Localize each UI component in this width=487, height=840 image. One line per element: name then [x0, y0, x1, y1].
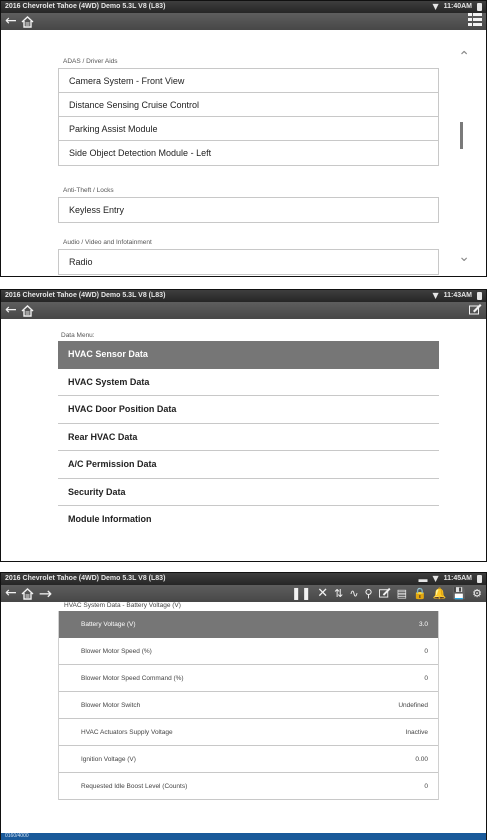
table-row[interactable]: Requested Idle Boost Level (Counts) 0 [59, 773, 438, 800]
edit-icon[interactable] [378, 585, 391, 603]
filter-icon[interactable]: ▤ [397, 585, 407, 602]
row-name: HVAC Actuators Supply Voltage [81, 728, 173, 736]
data-table: Battery Voltage (V) 3.0 Blower Motor Spe… [58, 611, 439, 800]
status-bar: 2016 Chevrolet Tahoe (4WD) Demo 5.3L V8 … [1, 1, 486, 13]
frame-counter-bar[interactable]: 0160/4000 [1, 833, 486, 840]
home-icon[interactable] [21, 15, 35, 28]
clock: 11:45AM [443, 575, 472, 582]
battery-icon [477, 3, 482, 11]
toolbar: ← [1, 12, 486, 31]
section-title-audio: Audio / Video and Infotainment [63, 239, 152, 246]
list-audio: Radio [58, 249, 439, 275]
table-row[interactable]: Blower Motor Speed Command (%) 0 [59, 665, 438, 692]
menu-item-module-information[interactable]: Module Information [58, 506, 439, 534]
clock: 11:40AM [443, 3, 472, 10]
row-value: Undefined [398, 701, 428, 709]
data-list-panel: 2016 Chevrolet Tahoe (4WD) Demo 5.3L V8 … [0, 572, 487, 840]
row-value: Inactive [405, 728, 428, 736]
table-row[interactable]: HVAC Actuators Supply Voltage Inactive [59, 719, 438, 746]
status-bar: 2016 Chevrolet Tahoe (4WD) Demo 5.3L V8 … [1, 290, 486, 302]
battery-icon [477, 575, 482, 583]
list-item[interactable]: Camera System - Front View [59, 69, 438, 93]
graph-icon[interactable]: ∿ [349, 585, 358, 602]
list-item[interactable]: Keyless Entry [59, 198, 438, 222]
zoom-icon[interactable]: ⚲ [365, 585, 373, 602]
row-value: 0 [424, 647, 428, 655]
back-arrow-icon[interactable]: ← [5, 13, 17, 30]
menu-item-hvac-door-position-data[interactable]: HVAC Door Position Data [58, 396, 439, 424]
list-item[interactable]: Radio [59, 250, 438, 274]
scrollbar-thumb[interactable] [460, 122, 463, 149]
menu-label: Data Menu: [61, 332, 95, 339]
section-title-adas: ADAS / Driver Aids [63, 58, 118, 65]
settings-icon[interactable]: ⚙ [472, 585, 482, 602]
row-value: 0 [424, 674, 428, 682]
list-adas: Camera System - Front View Distance Sens… [58, 68, 439, 166]
frame-counter: 0160/4000 [5, 833, 29, 839]
table-row[interactable]: Blower Motor Speed (%) 0 [59, 638, 438, 665]
menu-item-ac-permission-data[interactable]: A/C Permission Data [58, 451, 439, 479]
section-title-anti-theft: Anti-Theft / Locks [63, 187, 114, 194]
table-title: HVAC System Data - Battery Voltage (V) [64, 602, 181, 609]
clock: 11:43AM [443, 292, 472, 299]
back-arrow-icon[interactable]: ← [5, 302, 17, 319]
system-list: ADAS / Driver Aids Camera System - Front… [1, 30, 486, 276]
status-bar: 2016 Chevrolet Tahoe (4WD) Demo 5.3L V8 … [1, 573, 486, 585]
data-menu-panel: 2016 Chevrolet Tahoe (4WD) Demo 5.3L V8 … [0, 289, 487, 562]
vehicle-title: 2016 Chevrolet Tahoe (4WD) Demo 5.3L V8 … [5, 292, 166, 299]
wifi-icon: ▼ [432, 574, 439, 583]
minimize-icon[interactable]: ▬ [418, 573, 427, 585]
table-row[interactable]: Blower Motor Switch Undefined [59, 692, 438, 719]
table-row[interactable]: Battery Voltage (V) 3.0 [59, 611, 438, 638]
table-row[interactable]: Ignition Voltage (V) 0.00 [59, 746, 438, 773]
list-item[interactable]: Parking Assist Module [59, 117, 438, 141]
menu-item-rear-hvac-data[interactable]: Rear HVAC Data [58, 424, 439, 451]
home-icon[interactable] [21, 587, 35, 600]
row-value: 3.0 [418, 620, 428, 628]
menu-item-hvac-sensor-data[interactable]: HVAC Sensor Data [58, 341, 439, 369]
vehicle-title: 2016 Chevrolet Tahoe (4WD) Demo 5.3L V8 … [5, 575, 166, 582]
row-name: Requested Idle Boost Level (Counts) [81, 782, 188, 790]
lock-icon[interactable]: 🔒 [413, 585, 427, 602]
row-name: Ignition Voltage (V) [81, 755, 136, 763]
chevron-down-icon[interactable]: ⌄ [458, 249, 470, 265]
battery-icon [477, 292, 482, 300]
save-icon[interactable]: 💾 [452, 585, 466, 602]
row-value: 0 [424, 782, 428, 790]
row-name: Battery Voltage (V) [81, 620, 136, 628]
row-name: Blower Motor Switch [81, 701, 141, 709]
toolbar: ← → ❚❚ ✕ ⇅ ∿ ⚲ ▤ 🔒 🔔 💾 ⚙ [1, 585, 486, 602]
clear-icon[interactable]: ✕ [317, 585, 328, 602]
edit-icon[interactable] [469, 302, 482, 320]
pause-icon[interactable]: ❚❚ [291, 585, 311, 602]
grid-view-icon[interactable] [468, 12, 482, 31]
row-name: Blower Motor Speed (%) [81, 647, 152, 655]
back-arrow-icon[interactable]: ← [5, 585, 17, 602]
chevron-up-icon[interactable]: ⌃ [458, 49, 470, 65]
wifi-icon: ▼ [432, 2, 439, 11]
vehicle-systems-panel: 2016 Chevrolet Tahoe (4WD) Demo 5.3L V8 … [0, 0, 487, 277]
forward-arrow-icon[interactable]: → [39, 585, 52, 602]
toolbar: ← [1, 302, 486, 319]
menu-item-security-data[interactable]: Security Data [58, 479, 439, 506]
list-item[interactable]: Distance Sensing Cruise Control [59, 93, 438, 117]
list-anti-theft: Keyless Entry [58, 197, 439, 223]
data-menu-list: HVAC Sensor Data HVAC System Data HVAC D… [58, 341, 439, 534]
home-icon[interactable] [21, 304, 35, 317]
sort-icon[interactable]: ⇅ [334, 585, 343, 602]
row-name: Blower Motor Speed Command (%) [81, 674, 184, 682]
menu-item-hvac-system-data[interactable]: HVAC System Data [58, 369, 439, 396]
wifi-icon: ▼ [432, 291, 439, 300]
alert-icon[interactable]: 🔔 [433, 585, 447, 602]
vehicle-title: 2016 Chevrolet Tahoe (4WD) Demo 5.3L V8 … [5, 3, 166, 10]
list-item[interactable]: Side Object Detection Module - Left [59, 141, 438, 165]
row-value: 0.00 [415, 755, 428, 763]
